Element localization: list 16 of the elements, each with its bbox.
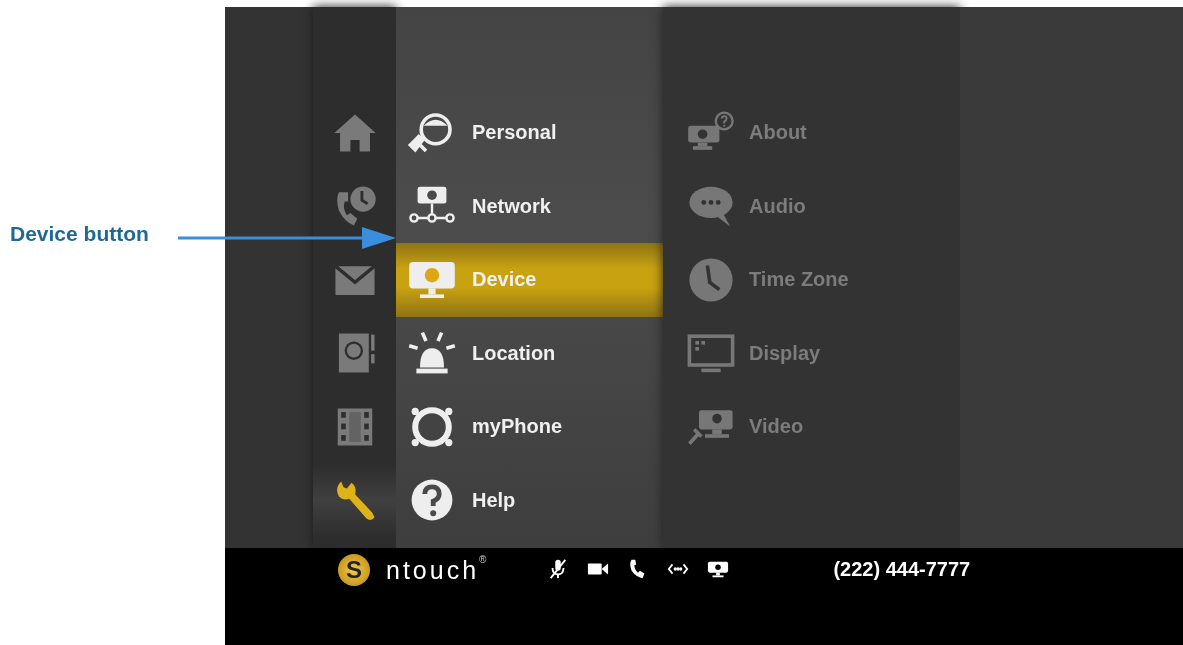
callout-label: Device button — [10, 222, 149, 246]
submenu-item[interactable]: About — [663, 96, 960, 170]
menu-item[interactable]: Location — [396, 316, 663, 390]
submenu-item[interactable]: Display — [663, 316, 960, 390]
submenu-item[interactable]: Time Zone — [663, 243, 960, 317]
menu-item[interactable]: Help — [396, 463, 663, 537]
submenu-item[interactable]: Video — [663, 390, 960, 464]
submenu-item[interactable]: Audio — [663, 169, 960, 243]
menu-item[interactable]: Personal — [396, 96, 663, 170]
phone-number: (222) 444-7777 — [833, 557, 971, 582]
menu-item[interactable]: Network — [396, 169, 663, 243]
menu-item[interactable]: Device — [396, 243, 663, 317]
menu-item[interactable]: myPhone — [396, 390, 663, 464]
brand-name: ntouch$^{®}$ — [386, 554, 490, 586]
clock-icon — [687, 255, 735, 304]
logo-badge: S — [338, 554, 370, 586]
